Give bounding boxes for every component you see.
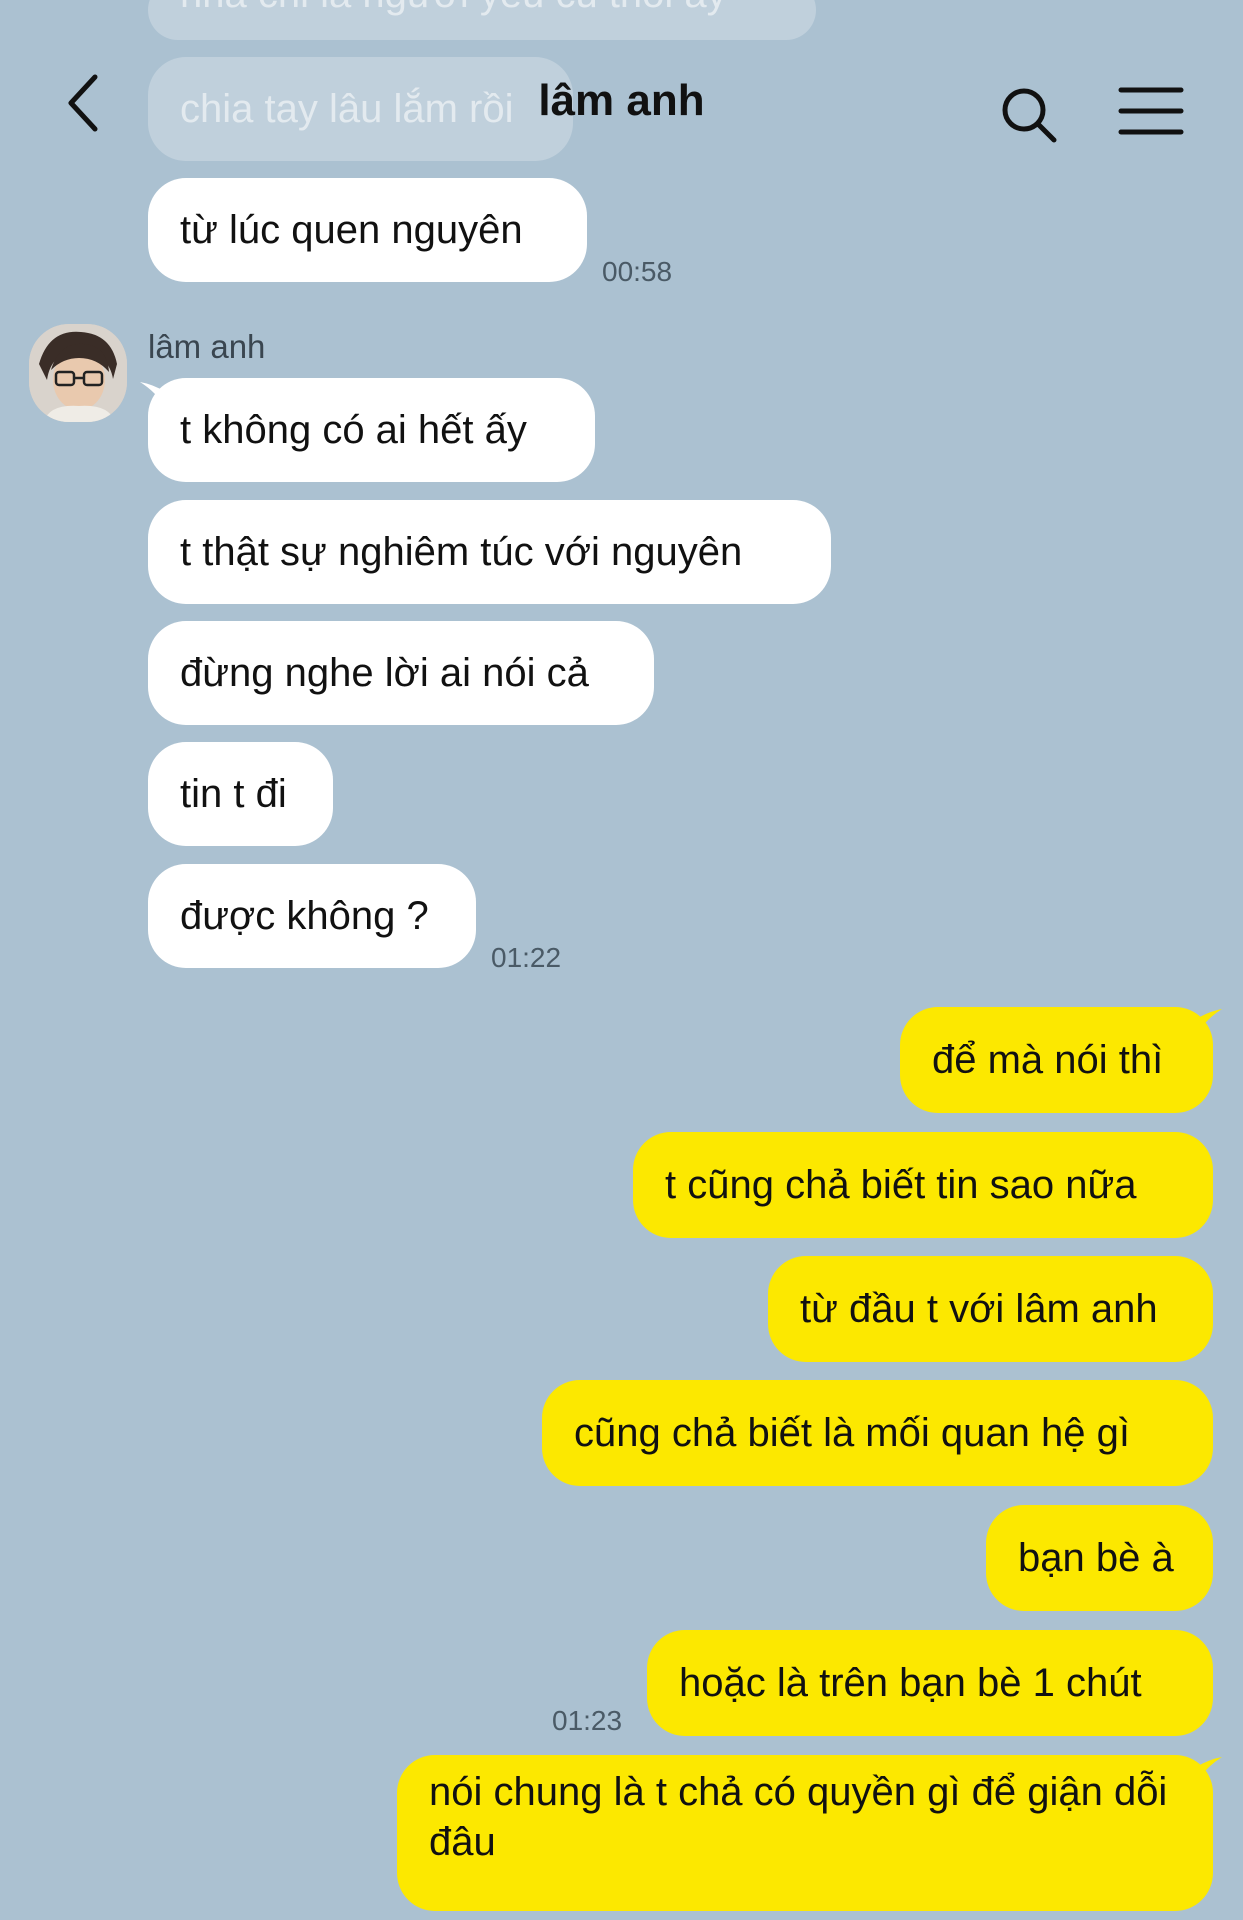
message-text: cũng chả biết là mối quan hệ gì: [574, 1411, 1130, 1455]
incoming-message: t không có ai hết ấy: [148, 378, 595, 482]
incoming-message: được không ?: [148, 864, 476, 968]
message-text: hoặc là trên bạn bè 1 chút: [679, 1661, 1142, 1705]
message-text: từ đầu t với lâm anh: [800, 1287, 1158, 1331]
message-text: bạn bè à: [1018, 1536, 1174, 1580]
search-icon: [1002, 88, 1057, 143]
message-text: nói chung là t chả có quyền gì để giận d…: [429, 1770, 1168, 1864]
outgoing-message: hoặc là trên bạn bè 1 chút: [647, 1630, 1213, 1736]
outgoing-message: bạn bè à: [986, 1505, 1213, 1611]
message-text: tin t đi: [180, 772, 287, 816]
message-text: đừng nghe lời ai nói cả: [180, 651, 589, 695]
incoming-message: đừng nghe lời ai nói cả: [148, 621, 654, 725]
message-text: t không có ai hết ấy: [180, 408, 527, 452]
message-text: để mà nói thì: [932, 1038, 1164, 1082]
sender-name: lâm anh: [148, 328, 266, 365]
outgoing-message: nói chung là t chả có quyền gì để giận d…: [397, 1755, 1213, 1911]
avatar-image: [29, 324, 127, 422]
message-text: t thật sự nghiêm túc với nguyên: [180, 530, 743, 574]
menu-button[interactable]: [1116, 82, 1186, 142]
message-timestamp: 01:23: [552, 1705, 623, 1736]
chat-header: lâm anh: [0, 0, 1243, 210]
outgoing-message: từ đầu t với lâm anh: [768, 1256, 1213, 1362]
incoming-message: t thật sự nghiêm túc với nguyên: [148, 500, 831, 604]
outgoing-message: cũng chả biết là mối quan hệ gì: [542, 1380, 1213, 1486]
outgoing-message: t cũng chả biết tin sao nữa: [633, 1132, 1213, 1238]
outgoing-message: để mà nói thì: [900, 1007, 1213, 1113]
message-text: được không ?: [180, 894, 429, 938]
search-button[interactable]: [996, 82, 1066, 152]
hamburger-menu-icon: [1118, 87, 1184, 135]
message-timestamp: 00:58: [602, 256, 673, 287]
avatar[interactable]: [29, 324, 127, 422]
message-timestamp: 01:22: [491, 942, 562, 973]
message-text: t cũng chả biết tin sao nữa: [665, 1163, 1137, 1207]
incoming-message: tin t đi: [148, 742, 333, 846]
message-text: từ lúc quen nguyên: [180, 208, 523, 252]
